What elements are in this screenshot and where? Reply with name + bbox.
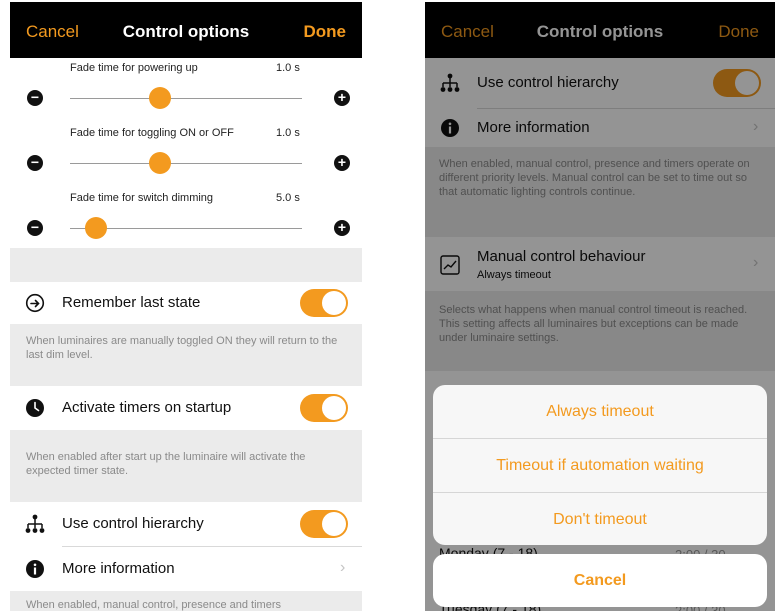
remember-last-state-toggle[interactable] [300, 289, 348, 317]
activate-timers-label: Activate timers on startup [62, 399, 232, 416]
left-screen: Cancel Control options Done Fade time fo… [10, 2, 362, 611]
minus-icon[interactable]: − [27, 155, 43, 171]
control-hierarchy-label: Use control hierarchy [62, 515, 204, 532]
action-sheet-cancel-button[interactable]: Cancel [433, 554, 767, 607]
plus-icon[interactable]: + [334, 90, 350, 106]
slider-track[interactable] [70, 163, 302, 164]
navbar: Cancel Control options Done [10, 2, 362, 58]
info-icon [26, 560, 44, 578]
slider-label-powering-up: Fade time for powering up [70, 62, 198, 74]
slider-thumb[interactable] [149, 152, 172, 174]
activate-timers-toggle[interactable] [300, 394, 348, 422]
right-screen: Cancel Control options Done Use control … [425, 2, 775, 611]
timers-desc-band: When enabled after start up the luminair… [10, 430, 362, 502]
cancel-button[interactable]: Cancel [26, 22, 79, 42]
option-dont-timeout[interactable]: Don't timeout [433, 493, 767, 545]
activate-timers-row: Activate timers on startup [10, 386, 362, 430]
slider-track[interactable] [70, 98, 302, 99]
option-timeout-if-automation-waiting[interactable]: Timeout if automation waiting [433, 439, 767, 492]
activate-timers-desc: When enabled after start up the luminair… [26, 451, 306, 477]
slider-label-switch-dimming: Fade time for switch dimming [70, 192, 214, 204]
control-hierarchy-row: Use control hierarchy [10, 502, 362, 546]
action-sheet-options: Always timeout Timeout if automation wai… [433, 385, 767, 545]
remember-last-state-desc: When luminaires are manually toggled ON … [26, 335, 338, 361]
slider-thumb[interactable] [84, 217, 107, 239]
plus-icon[interactable]: + [334, 155, 350, 171]
more-information-label: More information [62, 560, 175, 577]
slider-label-toggling: Fade time for toggling ON or OFF [70, 127, 234, 139]
clock-icon [26, 399, 44, 417]
done-button[interactable]: Done [304, 22, 347, 42]
section-spacer [10, 248, 362, 282]
slider-value-toggling: 1.0 s [276, 127, 300, 139]
remember-desc-band: When luminaires are manually toggled ON … [10, 324, 362, 386]
slider-thumb[interactable] [149, 87, 172, 109]
action-sheet-cancel: Cancel [433, 554, 767, 607]
plus-icon[interactable]: + [334, 220, 350, 236]
remember-last-state-row: Remember last state [10, 282, 362, 324]
hierarchy-desc-band: When enabled, manual control, presence a… [10, 591, 362, 611]
slider-value-switch-dimming: 5.0 s [276, 192, 300, 204]
control-hierarchy-toggle[interactable] [300, 510, 348, 538]
more-information-row[interactable]: More information › [10, 547, 362, 591]
restore-icon [25, 293, 45, 313]
hierarchy-icon [25, 514, 45, 533]
page-title: Control options [122, 22, 250, 41]
minus-icon[interactable]: − [27, 220, 43, 236]
minus-icon[interactable]: − [27, 90, 43, 106]
control-hierarchy-desc: When enabled, manual control, presence a… [26, 599, 281, 611]
chevron-right-icon: › [340, 559, 346, 576]
remember-last-state-label: Remember last state [62, 294, 201, 311]
option-always-timeout[interactable]: Always timeout [433, 385, 767, 438]
slider-value-powering-up: 1.0 s [276, 62, 300, 74]
